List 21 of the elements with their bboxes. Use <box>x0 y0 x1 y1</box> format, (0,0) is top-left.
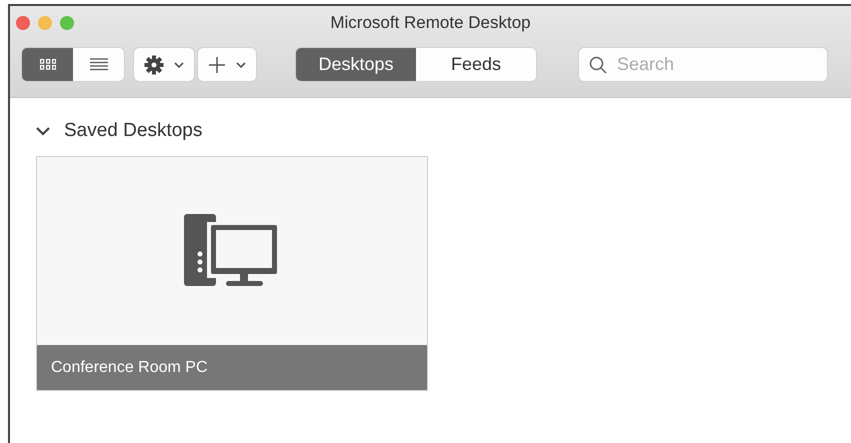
view-toggle[interactable] <box>22 48 73 81</box>
segment-tab[interactable]: Desktops <box>296 48 416 81</box>
grid-icon <box>40 59 56 70</box>
close-button[interactable] <box>16 16 30 30</box>
search-field[interactable]: Search <box>579 48 827 81</box>
segment-tab[interactable]: Feeds <box>416 48 536 81</box>
chevron-down-icon[interactable] <box>36 124 50 138</box>
window-title: Microsoft Remote Desktop <box>330 13 531 33</box>
section-title: Saved Desktops <box>64 120 202 142</box>
add-button[interactable] <box>198 48 256 81</box>
plus-icon <box>208 56 226 74</box>
view-toggle[interactable] <box>73 48 124 81</box>
caret-icon <box>174 62 184 68</box>
gear-icon <box>144 54 164 74</box>
computer-icon <box>184 214 280 288</box>
desktop-name: Conference Room PC <box>51 358 208 376</box>
caret-icon <box>236 62 246 68</box>
settings-button[interactable] <box>134 48 194 81</box>
list-icon <box>90 58 108 72</box>
search-icon <box>589 56 607 74</box>
desktop-tile[interactable]: Conference Room PC <box>36 156 428 391</box>
